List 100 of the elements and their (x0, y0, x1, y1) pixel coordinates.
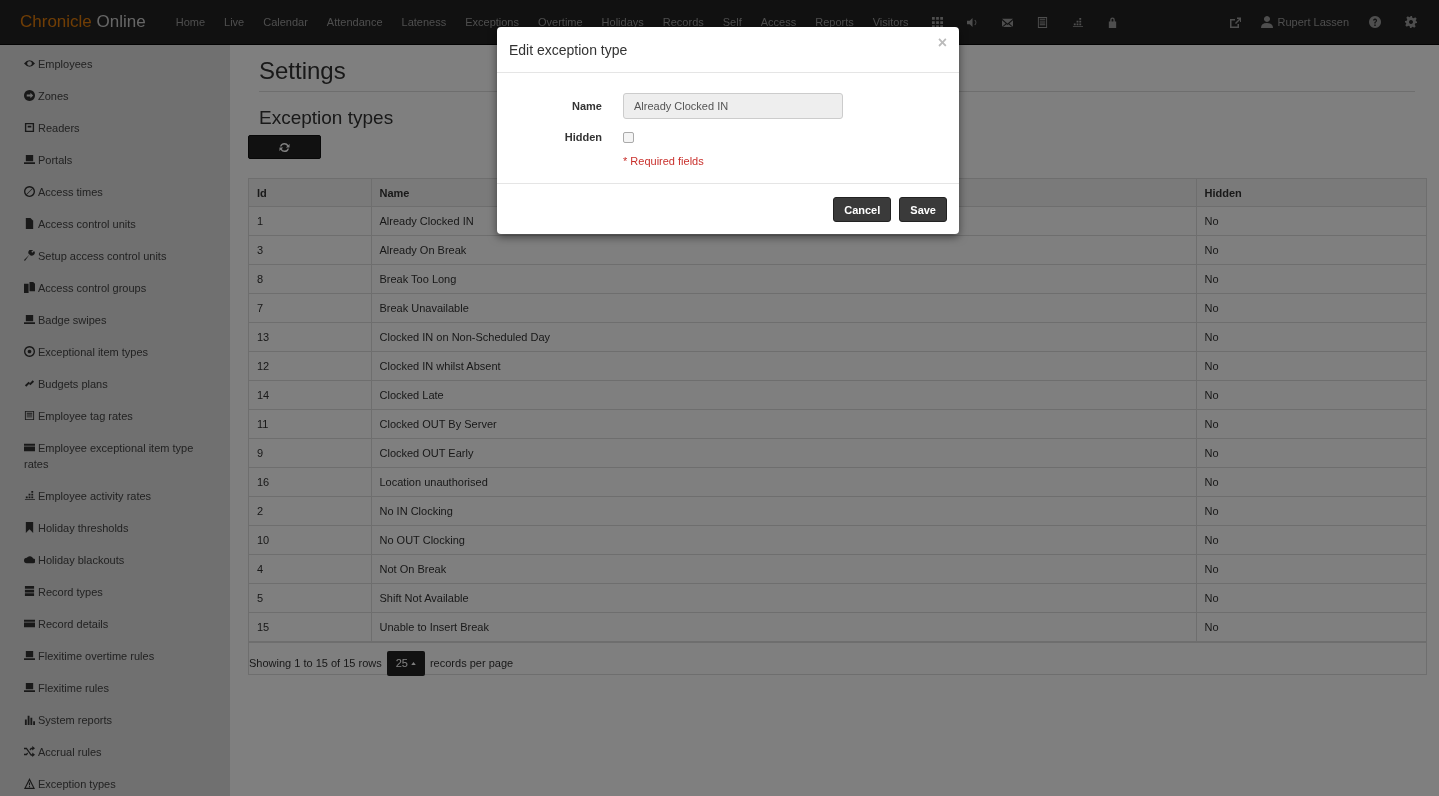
table-cell: 1 (249, 206, 371, 236)
nav-link[interactable]: Calendar (255, 16, 317, 28)
monitor-icon (24, 682, 35, 693)
sidebar-item[interactable]: Holiday thresholds (24, 520, 210, 536)
sidebar-item[interactable]: Portals (24, 152, 210, 168)
envelope-icon (1001, 16, 1013, 28)
column-header[interactable]: Hidden (1196, 179, 1426, 207)
refresh-button[interactable] (248, 135, 321, 159)
nav-link[interactable]: Attendance (318, 16, 392, 28)
table-cell: Clocked IN whilst Absent (371, 351, 1196, 381)
warning-icon (24, 778, 35, 789)
nav-link[interactable]: Holidays (593, 16, 653, 28)
sidebar-item[interactable]: Access times (24, 184, 210, 200)
speaker-icon (966, 16, 978, 28)
nav-link[interactable]: Reports (807, 16, 863, 28)
table-cell: Clocked OUT Early (371, 438, 1196, 468)
table-cell: Clocked Late (371, 380, 1196, 410)
sidebar-item[interactable]: Record types (24, 584, 210, 600)
sidebar-item[interactable]: Zones (24, 88, 210, 104)
column-header[interactable]: Id (249, 179, 371, 207)
table-cell: Location unauthorised (371, 467, 1196, 497)
sidebar-item[interactable]: Employees (24, 56, 210, 72)
dialog-button[interactable]: Cancel (833, 197, 892, 222)
monitor-icon (24, 154, 35, 165)
monitor-icon (24, 650, 35, 661)
sidebar-item[interactable]: Employee activity rates (24, 488, 210, 504)
cloud-icon (24, 554, 35, 565)
table-cell: 11 (249, 409, 371, 439)
nav-link[interactable]: Live (216, 16, 254, 28)
nav-link[interactable]: Overtime (530, 16, 592, 28)
lock-icon (1106, 16, 1118, 28)
caret-icon (410, 661, 416, 665)
table-cell: Already On Break (371, 235, 1196, 265)
sidebar-item[interactable]: Setup access control units (24, 248, 210, 264)
table-cell: Break Too Long (371, 264, 1196, 294)
share-icon (1229, 16, 1242, 28)
page-size-label: records per page (429, 657, 514, 669)
sidebar-item[interactable]: Badge swipes (24, 312, 210, 328)
table-cell: 7 (249, 293, 371, 323)
sidebar-item[interactable]: Readers (24, 120, 210, 136)
user-menu[interactable]: Rupert Lassen (1253, 16, 1357, 28)
sidebar-item[interactable]: Accrual rules (24, 744, 210, 760)
page-size-dropdown[interactable]: 25 (386, 650, 425, 676)
hidden-checkbox[interactable] (623, 131, 634, 143)
table-cell: 2 (249, 496, 371, 526)
help-icon (1369, 16, 1381, 28)
nav-link[interactable]: Records (654, 16, 713, 28)
table-cell: Break Unavailable (371, 293, 1196, 323)
shuffle-icon (24, 746, 35, 757)
sidebar-item[interactable]: Access control units (24, 216, 210, 232)
hidden-label: Hidden (563, 131, 602, 143)
name-field[interactable]: Already Clocked IN (623, 93, 843, 119)
sidebar-item[interactable]: Record details (24, 616, 210, 632)
brand-logo[interactable]: Chronicle Online (20, 12, 146, 32)
file-icon (24, 218, 35, 229)
user-icon (1261, 16, 1274, 28)
table-cell: 14 (249, 380, 371, 410)
sidebar-item[interactable]: Flexitime overtime rules (24, 648, 210, 664)
nav-link[interactable]: Access (752, 16, 806, 28)
table-cell: Shift Not Available (371, 583, 1196, 613)
frame-icon (24, 122, 35, 133)
sidebar-item[interactable]: Employee exceptional item type rates (24, 440, 210, 472)
card-icon (24, 442, 35, 453)
sidebar-item[interactable]: Exception types (24, 776, 210, 792)
name-label: Name (571, 100, 602, 112)
dialog-button[interactable]: Save (899, 197, 947, 222)
table-cell: 16 (249, 467, 371, 497)
sidebar-item[interactable]: Access control groups (24, 280, 210, 296)
table-cell: No IN Clocking (371, 496, 1196, 526)
table-cell: Not On Break (371, 554, 1196, 584)
list-icon (1036, 16, 1048, 28)
table-cell: 9 (249, 438, 371, 468)
list-icon (24, 410, 35, 421)
sidebar-item[interactable]: System reports (24, 712, 210, 728)
ban-icon (24, 186, 35, 197)
pagination-info: Showing 1 to 15 of 15 rows (249, 657, 382, 669)
sidebar-item[interactable]: Flexitime rules (24, 680, 210, 696)
bar-chart-icon (24, 714, 35, 725)
table-cell: Clocked IN on Non-Scheduled Day (371, 322, 1196, 352)
sidebar-item[interactable]: Employee tag rates (24, 408, 210, 424)
monitor-icon (24, 314, 35, 325)
close-button[interactable]: × (937, 35, 947, 51)
required-note: * Required fields (623, 155, 704, 167)
files-icon (24, 282, 35, 293)
table-cell: No OUT Clocking (371, 525, 1196, 555)
grid-icon (931, 16, 943, 28)
table-cell: 3 (249, 235, 371, 265)
nav-link[interactable]: Visitors (864, 16, 918, 28)
sidebar-item[interactable]: Holiday blackouts (24, 552, 210, 568)
table-cell: 4 (249, 554, 371, 584)
sidebar-item[interactable]: Budgets plans (24, 376, 210, 392)
sidebar-item[interactable]: Exceptional item types (24, 344, 210, 360)
table-cell: Unable to Insert Break (371, 612, 1196, 642)
table-cell: Clocked OUT By Server (371, 409, 1196, 439)
nav-link[interactable]: Lateness (393, 16, 456, 28)
table-cell: 8 (249, 264, 371, 294)
nav-link[interactable]: Self (714, 16, 751, 28)
nav-link[interactable]: Home (167, 16, 215, 28)
settings-icon (1405, 16, 1417, 28)
nav-link[interactable]: Exceptions (457, 16, 528, 28)
